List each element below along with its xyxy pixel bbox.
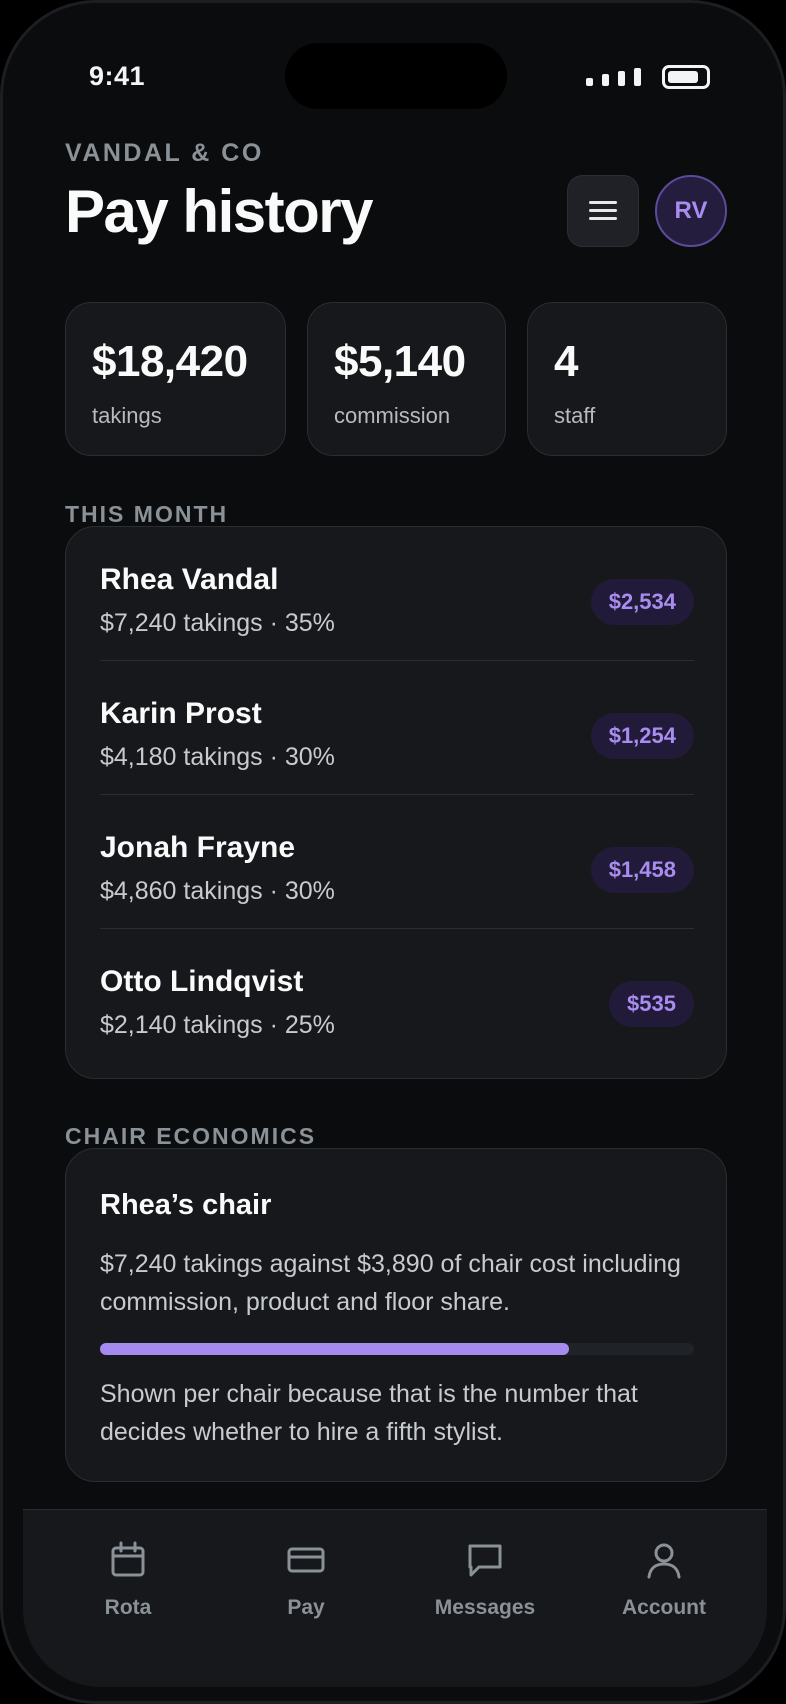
tab-account[interactable]: Account (589, 1540, 739, 1630)
pay-badge: $2,534 (590, 579, 694, 625)
page-header: VANDAL & CO Pay history RV (65, 139, 727, 247)
chair-summary: $7,240 takings against $3,890 of chair c… (100, 1250, 681, 1316)
list-item[interactable]: Otto Lindqvist $2,140 takings · 25% $535 (100, 929, 694, 1063)
staff-detail: $7,240 takings · 35% (100, 609, 335, 637)
brand-name: VANDAL & CO (65, 139, 264, 167)
page-title: Pay history (65, 178, 373, 245)
tab-label: Rota (104, 1596, 152, 1619)
staff-detail: $4,180 takings · 30% (100, 743, 335, 771)
stat-card-staff: 4 staff (527, 302, 727, 456)
section-label-this-month: THIS MONTH (65, 501, 229, 527)
chair-title: Rhea’s chair (100, 1189, 272, 1221)
tab-label: Messages (434, 1596, 536, 1619)
pay-badge: $1,254 (590, 713, 694, 759)
tab-label: Pay (287, 1596, 325, 1619)
chair-progress-fill (100, 1343, 570, 1355)
staff-pay-list: Rhea Vandal $7,240 takings · 35% $2,534 … (65, 526, 727, 1079)
tab-messages[interactable]: Messages (410, 1540, 560, 1630)
tab-bar: Rota Pay Messages Account (23, 1509, 767, 1687)
section-label-chair-economics: CHAIR ECONOMICS (65, 1123, 317, 1149)
list-item[interactable]: Karin Prost $4,180 takings · 30% $1,254 (100, 661, 694, 795)
calendar-icon (111, 1541, 145, 1577)
stat-card-takings: $18,420 takings (65, 302, 286, 456)
tab-rota[interactable]: Rota (53, 1540, 203, 1630)
stat-label: commission (334, 403, 451, 428)
staff-detail: $4,860 takings · 30% (100, 877, 335, 905)
pay-badge: $535 (609, 981, 694, 1027)
message-icon (468, 1544, 502, 1577)
stat-value: $18,420 (92, 337, 248, 386)
staff-name: Jonah Frayne (100, 831, 296, 864)
avatar[interactable]: RV (655, 175, 727, 247)
staff-name: Otto Lindqvist (100, 965, 304, 998)
staff-detail: $2,140 takings · 25% (100, 1011, 335, 1039)
person-icon (647, 1543, 681, 1579)
menu-button[interactable] (567, 175, 639, 247)
staff-name: Rhea Vandal (100, 563, 279, 596)
list-item[interactable]: Jonah Frayne $4,860 takings · 30% $1,458 (100, 795, 694, 929)
signal-icon (586, 68, 641, 86)
tab-pay[interactable]: Pay (231, 1540, 381, 1630)
chair-progress-bar (100, 1343, 694, 1355)
status-time: 9:41 (89, 61, 146, 91)
stat-card-commission: $5,140 commission (307, 302, 506, 456)
pay-badge: $1,458 (590, 847, 694, 893)
list-item[interactable]: Rhea Vandal $7,240 takings · 35% $2,534 (100, 527, 694, 661)
stat-label: staff (554, 403, 596, 428)
tab-label: Account (622, 1596, 706, 1619)
stat-value: $5,140 (334, 337, 466, 386)
battery-icon (662, 65, 710, 89)
chair-note: Shown per chair because that is the numb… (100, 1380, 638, 1446)
chair-economics-card: Rhea’s chair $7,240 takings against $3,8… (65, 1148, 727, 1482)
dynamic-island (285, 43, 507, 109)
stat-label: takings (92, 403, 162, 428)
menu-icon (589, 201, 617, 221)
stat-value: 4 (554, 337, 578, 386)
staff-name: Karin Prost (100, 697, 262, 730)
card-icon (287, 1547, 325, 1573)
stats-row: $18,420 takings $5,140 commission 4 staf… (65, 302, 727, 456)
status-bar: 9:41 (3, 3, 783, 153)
phone-screen: 9:41 VANDAL & CO Pay history RV $18,420 … (0, 0, 786, 1704)
